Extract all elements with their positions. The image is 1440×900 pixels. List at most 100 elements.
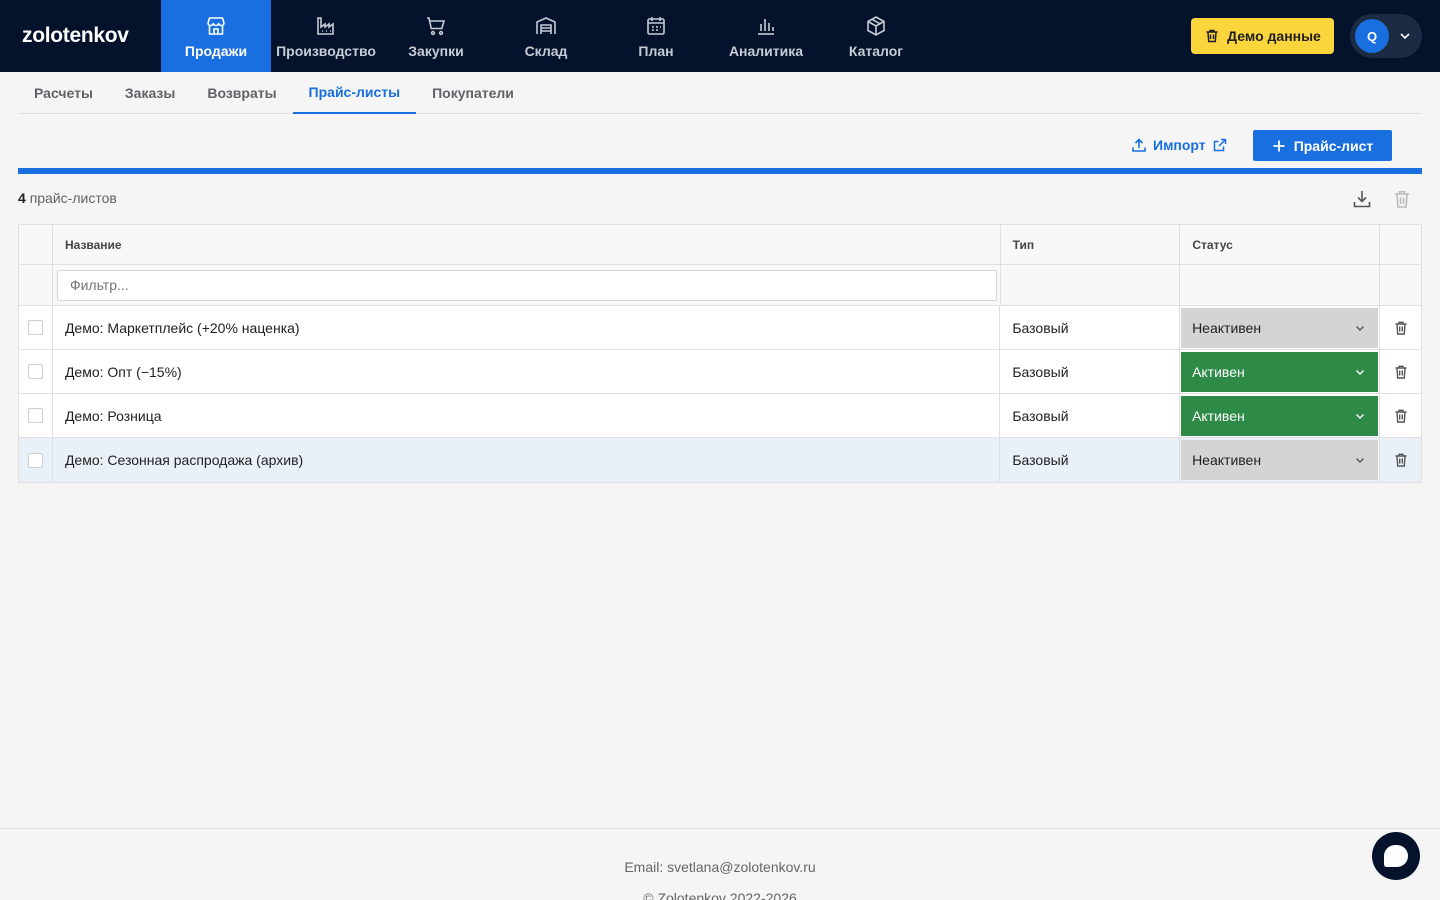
price-list-type: Базовый [1000, 306, 1181, 349]
status-select[interactable]: Неактивен [1181, 307, 1379, 348]
row-checkbox-cell [19, 394, 53, 437]
nav-item-label: План [638, 42, 674, 59]
chevron-down-icon [1356, 413, 1365, 419]
factory-icon [317, 16, 334, 35]
nav-item-label: Каталог [848, 42, 904, 59]
calendar-icon [647, 16, 665, 35]
row-actions-cell [1380, 306, 1421, 349]
tab-customers[interactable]: Покупатели [416, 72, 530, 114]
row-checkbox[interactable] [27, 452, 43, 468]
row-checkbox-cell [19, 438, 53, 482]
add-price-list-button[interactable]: Прайс-лист [1253, 130, 1392, 161]
chat-button[interactable] [1372, 832, 1420, 880]
brand-logo[interactable]: zolotenkov [0, 0, 161, 72]
delete-icon[interactable] [1393, 364, 1409, 380]
price-list-type: Базовый [1000, 394, 1181, 437]
nav-item-plan[interactable]: План [601, 0, 711, 72]
top-navigation: zolotenkov Продажи Производство Закупки … [0, 0, 1440, 72]
external-link-icon [1213, 138, 1226, 152]
price-list-type: Базовый [1000, 350, 1181, 393]
bulk-delete-icon[interactable] [1391, 188, 1413, 210]
status-value: Неактивен [1192, 452, 1262, 468]
table-row[interactable]: Демо: Розница Базовый Активен [19, 394, 1421, 438]
delete-icon[interactable] [1393, 408, 1409, 424]
column-header-status[interactable]: Статус [1180, 225, 1381, 264]
filter-empty-cell [19, 265, 53, 305]
nav-item-analytics[interactable]: Аналитика [711, 0, 821, 72]
chevron-down-icon [1400, 33, 1410, 40]
add-price-list-label: Прайс-лист [1293, 137, 1374, 154]
price-list-type: Базовый [1000, 438, 1181, 482]
status-select[interactable]: Активен [1181, 395, 1379, 436]
price-list-name[interactable]: Демо: Маркетплейс (+20% наценка) [53, 306, 1001, 349]
name-filter-input[interactable] [56, 269, 997, 301]
filter-name-cell [53, 265, 1001, 305]
chevron-down-icon [1356, 369, 1365, 375]
status-value: Активен [1192, 407, 1245, 424]
row-actions-cell [1380, 438, 1421, 482]
status-select[interactable]: Неактивен [1181, 440, 1379, 480]
table-row[interactable]: Демо: Маркетплейс (+20% наценка) Базовый… [19, 306, 1421, 350]
nav-item-production[interactable]: Производство [271, 0, 381, 72]
sub-tabs: Расчеты Заказы Возвраты Прайс-листы Поку… [18, 72, 1422, 114]
header-actions-cell [1380, 225, 1421, 264]
chat-bubble-icon [1384, 845, 1408, 867]
status-cell: Неактивен [1180, 306, 1381, 349]
user-menu[interactable]: Q [1350, 14, 1422, 58]
upload-icon [1132, 138, 1146, 152]
column-header-name[interactable]: Название [53, 225, 1001, 264]
tab-price-lists[interactable]: Прайс-листы [292, 72, 417, 114]
plus-icon [1273, 140, 1285, 151]
row-checkbox-cell [19, 350, 53, 393]
row-checkbox[interactable] [27, 320, 43, 335]
tab-orders[interactable]: Заказы [109, 72, 191, 114]
table-row[interactable]: Демо: Опт (−15%) Базовый Активен [19, 350, 1421, 394]
delete-icon[interactable] [1393, 320, 1409, 336]
filter-empty-cell [1001, 265, 1181, 305]
demo-data-button[interactable]: Демо данные [1191, 18, 1334, 54]
table-header-row: Название Тип Статус [19, 225, 1421, 265]
warehouse-icon [536, 16, 556, 34]
record-count-label: прайс-листов [29, 190, 117, 206]
nav-item-purchases[interactable]: Закупки [381, 0, 491, 72]
price-list-name[interactable]: Демо: Розница [53, 394, 1001, 437]
nav-item-catalog[interactable]: Каталог [821, 0, 931, 72]
price-list-name[interactable]: Демо: Опт (−15%) [53, 350, 1001, 393]
footer-copyright: © Zolotenkov 2022-2026 [643, 890, 797, 900]
table-row[interactable]: Демо: Сезонная распродажа (архив) Базовы… [19, 438, 1421, 482]
column-header-type[interactable]: Тип [1001, 225, 1181, 264]
row-checkbox[interactable] [27, 408, 43, 423]
nav-item-label: Склад [524, 42, 568, 59]
cart-icon [427, 16, 446, 35]
row-checkbox[interactable] [27, 364, 43, 379]
footer-email[interactable]: Email: svetlana@zolotenkov.ru [0, 859, 1440, 875]
status-cell: Неактивен [1180, 438, 1381, 482]
chevron-down-icon [1356, 458, 1365, 463]
tab-settlements[interactable]: Расчеты [18, 72, 109, 114]
trash-icon [1206, 29, 1218, 43]
box-icon [867, 15, 885, 36]
nav-item-sales[interactable]: Продажи [161, 0, 271, 72]
filter-empty-cell [1180, 265, 1381, 305]
nav-item-label: Продажи [184, 42, 248, 59]
tab-returns[interactable]: Возвраты [191, 72, 292, 114]
price-list-name[interactable]: Демо: Сезонная распродажа (архив) [53, 438, 1001, 482]
chevron-down-icon [1356, 325, 1365, 331]
nav-item-warehouse[interactable]: Склад [491, 0, 601, 72]
status-value: Активен [1192, 363, 1245, 380]
filter-row [19, 265, 1421, 306]
price-lists-table: Название Тип Статус Демо: Маркетплейс (+… [18, 224, 1422, 483]
nav-item-label: Аналитика [728, 42, 804, 59]
delete-icon[interactable] [1393, 452, 1409, 468]
import-label: Импорт [1153, 137, 1206, 153]
row-checkbox-cell [19, 306, 53, 349]
nav-item-label: Закупки [408, 42, 464, 59]
avatar: Q [1355, 19, 1389, 53]
row-actions-cell [1380, 350, 1421, 393]
status-cell: Активен [1180, 394, 1381, 437]
status-select[interactable]: Активен [1181, 351, 1379, 392]
download-icon[interactable] [1351, 188, 1373, 210]
record-count-number: 4 [18, 190, 26, 206]
filter-empty-cell [1380, 265, 1421, 305]
import-link[interactable]: Импорт [1131, 130, 1228, 160]
